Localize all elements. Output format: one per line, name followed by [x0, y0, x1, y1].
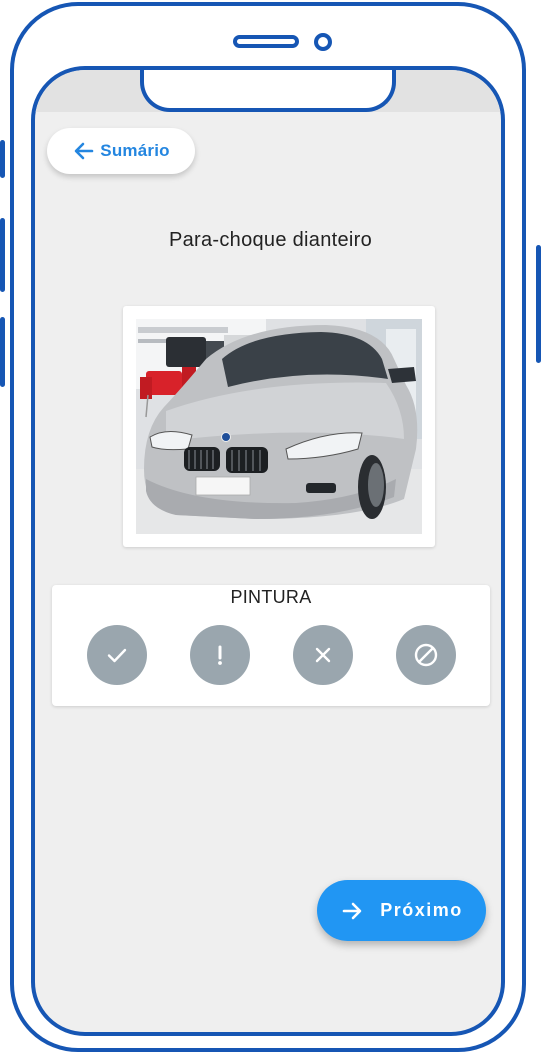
- option-not-applicable-button[interactable]: [396, 625, 456, 685]
- evaluation-heading: PINTURA: [230, 587, 312, 607]
- phone-notch: [140, 70, 396, 112]
- paint-evaluation-card: PINTURA: [52, 585, 490, 706]
- close-icon: [315, 647, 331, 663]
- front-camera: [314, 33, 332, 51]
- car-photo: [136, 319, 422, 534]
- arrow-left-icon: [74, 142, 94, 160]
- side-button-power: [536, 245, 541, 363]
- back-button-label: Sumário: [100, 141, 170, 160]
- part-photo-card[interactable]: [123, 306, 435, 547]
- check-icon: [107, 648, 127, 663]
- exclamation-icon: [218, 645, 222, 665]
- option-warning-button[interactable]: [190, 625, 250, 685]
- option-damaged-button[interactable]: [293, 625, 353, 685]
- side-button-mute: [0, 140, 5, 178]
- speaker-grille: [233, 35, 299, 48]
- back-to-summary-button[interactable]: Sumário: [47, 128, 195, 174]
- side-button-volume-down: [0, 317, 5, 387]
- next-button-label: Próximo: [380, 900, 463, 920]
- next-button[interactable]: Próximo: [317, 880, 486, 941]
- arrow-right-icon: [342, 902, 362, 919]
- option-ok-button[interactable]: [87, 625, 147, 685]
- part-title: Para-choque dianteiro: [168, 229, 373, 251]
- block-icon: [414, 643, 438, 667]
